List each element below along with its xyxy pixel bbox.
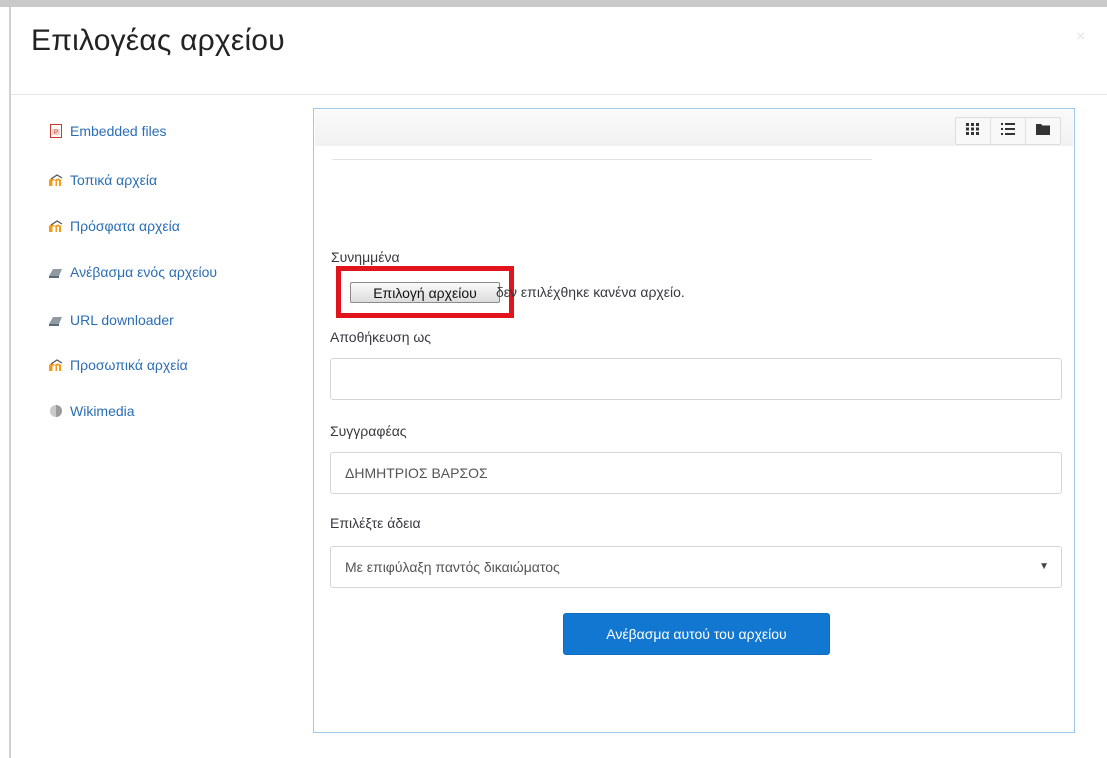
tree-view-button[interactable] <box>1026 118 1060 144</box>
attachment-label: Συνημμένα <box>331 249 400 265</box>
path-bar-divider <box>332 159 872 160</box>
sidebar-item-private-files[interactable]: Προσωπικά αρχεία <box>48 354 188 376</box>
list-view-icon <box>1001 122 1015 140</box>
sidebar-item-url-downloader[interactable]: URL downloader <box>48 309 174 331</box>
license-value: Με επιφύλαξη παντός δικαιώματος <box>345 559 560 575</box>
moodle-icon <box>48 218 64 234</box>
sidebar-item-label: URL downloader <box>70 312 174 328</box>
sidebar-item-recent-files[interactable]: Πρόσφατα αρχεία <box>48 215 180 237</box>
sidebar-item-label: Ανέβασμα ενός αρχείου <box>70 264 218 280</box>
window-left-border <box>9 7 11 758</box>
wikimedia-icon <box>48 403 64 419</box>
no-file-status: δεν επιλέχθηκε κανένα αρχείο. <box>496 284 685 300</box>
download-icon <box>48 312 64 328</box>
file-picker-panel: Συνημμένα Επιλογή αρχείου δεν επιλέχθηκε… <box>313 108 1075 733</box>
sidebar-item-embedded-files[interactable]: P Embedded files <box>48 120 167 142</box>
sidebar-item-label: Wikimedia <box>70 403 135 419</box>
choose-file-highlight: Επιλογή αρχείου <box>336 266 514 318</box>
dialog-title: Επιλογέας αρχείου <box>31 24 285 57</box>
panel-toolbar <box>315 110 1073 146</box>
license-select[interactable]: Με επιφύλαξη παντός δικαιώματος ▼ <box>330 546 1062 588</box>
upload-icon <box>48 264 64 280</box>
dropdown-arrow-icon: ▼ <box>1039 561 1049 572</box>
sidebar-item-label: Τοπικά αρχεία <box>70 172 158 188</box>
window-top-border <box>0 0 1107 7</box>
save-as-label: Αποθήκευση ως <box>330 329 432 345</box>
sidebar-item-label: Πρόσφατα αρχεία <box>70 218 180 234</box>
pdf-file-icon: P <box>48 123 64 139</box>
save-as-input[interactable] <box>330 358 1062 400</box>
license-label: Επιλέξτε άδεια <box>330 515 421 531</box>
author-input[interactable]: ΔΗΜΗΤΡΙΟΣ ΒΑΡΣΟΣ <box>330 452 1062 494</box>
choose-file-button[interactable]: Επιλογή αρχείου <box>350 282 500 303</box>
svg-text:P: P <box>54 130 58 136</box>
sidebar-item-wikimedia[interactable]: Wikimedia <box>48 400 135 422</box>
sidebar-item-upload-file[interactable]: Ανέβασμα ενός αρχείου <box>48 261 217 283</box>
moodle-icon <box>48 357 64 373</box>
author-label: Συγγραφέας <box>330 423 407 439</box>
list-view-button[interactable] <box>991 118 1026 144</box>
sidebar-item-label: Προσωπικά αρχεία <box>70 357 188 373</box>
sidebar-item-label: Embedded files <box>70 123 167 139</box>
icons-view-icon <box>966 122 980 140</box>
author-value: ΔΗΜΗΤΡΙΟΣ ΒΑΡΣΟΣ <box>345 465 488 481</box>
header-divider <box>11 94 1107 95</box>
sidebar-item-local-files[interactable]: Τοπικά αρχεία <box>48 169 157 191</box>
moodle-icon <box>48 172 64 188</box>
tree-view-icon <box>1036 122 1050 140</box>
view-switcher <box>955 117 1061 145</box>
close-icon[interactable]: × <box>1076 28 1085 46</box>
icons-view-button[interactable] <box>956 118 991 144</box>
upload-file-button[interactable]: Ανέβασμα αυτού του αρχείου <box>563 613 830 655</box>
